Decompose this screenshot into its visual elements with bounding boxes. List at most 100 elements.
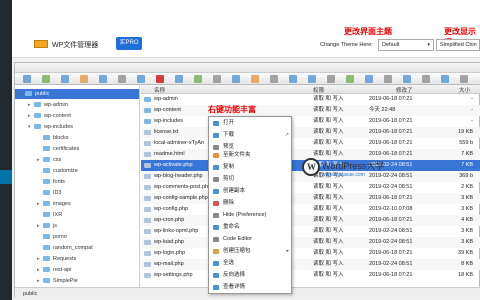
toolbar-tool-icon[interactable] — [213, 75, 221, 83]
folder-icon — [43, 157, 50, 163]
toolbar-tool-icon[interactable] — [194, 75, 202, 83]
context-menu-item-label: 反向选择 — [223, 272, 246, 278]
new-folder-icon — [213, 153, 219, 158]
tree-item[interactable]: fonts — [15, 177, 139, 187]
context-menu-item[interactable]: Hide (Preference) — [209, 210, 293, 221]
toolbar-tool-icon[interactable] — [384, 75, 392, 83]
file-row[interactable]: wp-login.php 读取 和 写入 2019-06-18 07:21 39 KB — [141, 248, 480, 259]
file-icon — [144, 141, 151, 146]
tree-item[interactable]: ▾ public — [15, 89, 139, 99]
file-size: 19 KB — [458, 129, 473, 135]
folder-icon — [25, 91, 32, 97]
tree-item[interactable]: ▸ wp-content — [15, 111, 139, 121]
file-row[interactable]: wp-config-sample.php 读取 和 写入 2019-06-18 07… — [141, 193, 480, 204]
toolbar-tool-icon[interactable] — [80, 75, 88, 83]
context-menu-item[interactable]: 反向选择 — [209, 270, 293, 281]
context-menu-item[interactable]: 查看详情 — [209, 282, 293, 293]
tree-item[interactable]: certificates — [15, 144, 139, 154]
folder-tree: ▾ public ▸ wp-admin ▸ wp-content ▾ wp-includes b… — [15, 85, 140, 287]
tree-item[interactable]: ▸ js — [15, 221, 139, 231]
file-row[interactable]: wp-mail.php 读取 和 写入 2019-02-24 08:51 8 KB — [141, 259, 480, 270]
file-modified: 2019-02-10 07:08 — [369, 206, 413, 212]
toolbar-tool-icon[interactable] — [441, 75, 449, 83]
file-row[interactable]: wp-config.php 读取 和 写入 2019-02-10 07:08 3 KB — [141, 204, 480, 215]
toolbar-tool-icon[interactable] — [289, 75, 297, 83]
tree-item[interactable]: random_compat — [15, 243, 139, 253]
toolbar-tool-icon[interactable] — [118, 75, 126, 83]
context-menu-item[interactable]: 删除 — [209, 198, 293, 209]
toolbar-tool-icon[interactable] — [23, 75, 31, 83]
tree-item[interactable]: blocks — [15, 133, 139, 143]
file-row[interactable]: wp-admin 读取 和 写入 2019-06-18 07:21 - — [141, 94, 480, 105]
context-menu-item[interactable]: 剪切 — [209, 174, 293, 185]
context-menu-item[interactable]: 复制 — [209, 162, 293, 173]
tree-item[interactable]: ▸ rest-api — [15, 265, 139, 275]
file-name: wp-settings.php — [154, 272, 193, 278]
toolbar-tool-icon[interactable] — [346, 75, 354, 83]
toolbar-tool-icon[interactable] — [175, 75, 183, 83]
column-name[interactable]: 名称 — [154, 86, 165, 94]
tree-item[interactable]: IXR — [15, 210, 139, 220]
file-row[interactable]: wp-cron.php 读取 和 写入 2019-06-18 07:21 4 KB — [141, 215, 480, 226]
tree-item-label: Requests — [53, 256, 77, 262]
file-modified: 2019-06-18 07:21 — [369, 129, 413, 135]
toolbar-tool-icon[interactable] — [232, 75, 240, 83]
file-name: wp-config-sample.php — [154, 195, 208, 201]
file-row[interactable]: wp-content 读取 和 写入 今天 22:48 - — [141, 105, 480, 116]
file-row[interactable]: wp-settings.php 读取 和 写入 2019-06-18 07:21 18… — [141, 270, 480, 281]
toolbar-tool-icon[interactable] — [270, 75, 278, 83]
context-menu-item[interactable]: 打开 — [209, 118, 293, 129]
file-name: wp-comments-post.php — [154, 184, 212, 190]
tree-item[interactable]: pomo — [15, 232, 139, 242]
toolbar-tool-icon[interactable] — [61, 75, 69, 83]
context-menu-item[interactable]: 下载 ↗ — [209, 130, 293, 141]
file-row[interactable]: license.txt 读取 和 写入 2019-06-18 07:21 19 KB — [141, 127, 480, 138]
buy-pro-button[interactable]: 买PRO — [116, 37, 142, 50]
plugin-header: 更改界面主题 更改显示语 WP文件管理器 买PRO Change Theme H… — [12, 0, 480, 58]
file-permissions: 读取 和 写入 — [313, 239, 344, 245]
tree-item[interactable]: ▸ css — [15, 155, 139, 165]
tree-item-label: random_compat — [53, 245, 93, 251]
context-menu-item[interactable]: 重命名 — [209, 222, 293, 233]
file-size: 4 KB — [461, 217, 473, 223]
toolbar-tool-icon[interactable] — [403, 75, 411, 83]
toolbar-tool-icon[interactable] — [422, 75, 430, 83]
tree-item[interactable]: ▾ wp-includes — [15, 122, 139, 132]
toolbar-tool-icon[interactable] — [460, 75, 468, 83]
file-row[interactable]: wp-load.php 读取 和 写入 2019-02-24 08:51 3 KB — [141, 237, 480, 248]
context-menu-item[interactable]: 创建压缩包 ▸ — [209, 246, 293, 257]
tree-item[interactable]: ▸ wp-admin — [15, 100, 139, 110]
context-menu-item[interactable]: 创建副本 — [209, 186, 293, 197]
language-value: Simplified Chin — [440, 42, 477, 48]
context-menu-item[interactable]: Code Editor — [209, 234, 293, 245]
column-modified[interactable]: 修改了 — [396, 86, 413, 94]
admin-sidebar-active-item[interactable] — [0, 170, 12, 184]
toolbar-tool-icon[interactable] — [365, 75, 373, 83]
language-select[interactable]: Simplified Chin — [436, 39, 480, 51]
toolbar-tool-icon[interactable] — [327, 75, 335, 83]
context-menu-new-folder[interactable]: 至新文件夹 — [209, 150, 293, 161]
toolbar-tool-icon[interactable] — [99, 75, 107, 83]
file-modified: 2019-02-24 08:51 — [369, 261, 413, 267]
tree-item[interactable]: ▸ Requests — [15, 254, 139, 264]
toolbar-tool-icon[interactable] — [156, 75, 164, 83]
file-name: wp-login.php — [154, 250, 186, 256]
column-size[interactable]: 大小 — [459, 86, 470, 94]
toolbar-tool-icon[interactable] — [42, 75, 50, 83]
toolbar-tool-icon[interactable] — [137, 75, 145, 83]
toolbar-tool-icon[interactable] — [251, 75, 259, 83]
tree-item[interactable]: ID3 — [15, 188, 139, 198]
tree-item[interactable]: ▸ images — [15, 199, 139, 209]
context-menu-item[interactable]: 全选 — [209, 258, 293, 269]
theme-select[interactable]: Default ▾ — [378, 39, 434, 51]
watermark-title: WordPress大学 — [322, 161, 385, 171]
tree-item[interactable]: customize — [15, 166, 139, 176]
file-row[interactable]: wp-links-opml.php 读取 和 写入 2019-02-24 08:51… — [141, 226, 480, 237]
file-permissions: 读取 和 写入 — [313, 217, 344, 223]
file-row[interactable]: wp-includes 读取 和 写入 2019-06-18 07:21 - — [141, 116, 480, 127]
tree-item[interactable]: ▸ SimplePie — [15, 276, 139, 286]
toolbar-tool-icon[interactable] — [308, 75, 316, 83]
wordpress-logo-icon: W — [302, 158, 320, 176]
file-row[interactable]: local-adminer-xTyAn 读取 和 写入 2019-06-18 07:… — [141, 138, 480, 149]
column-permissions[interactable]: 权限 — [313, 86, 324, 94]
